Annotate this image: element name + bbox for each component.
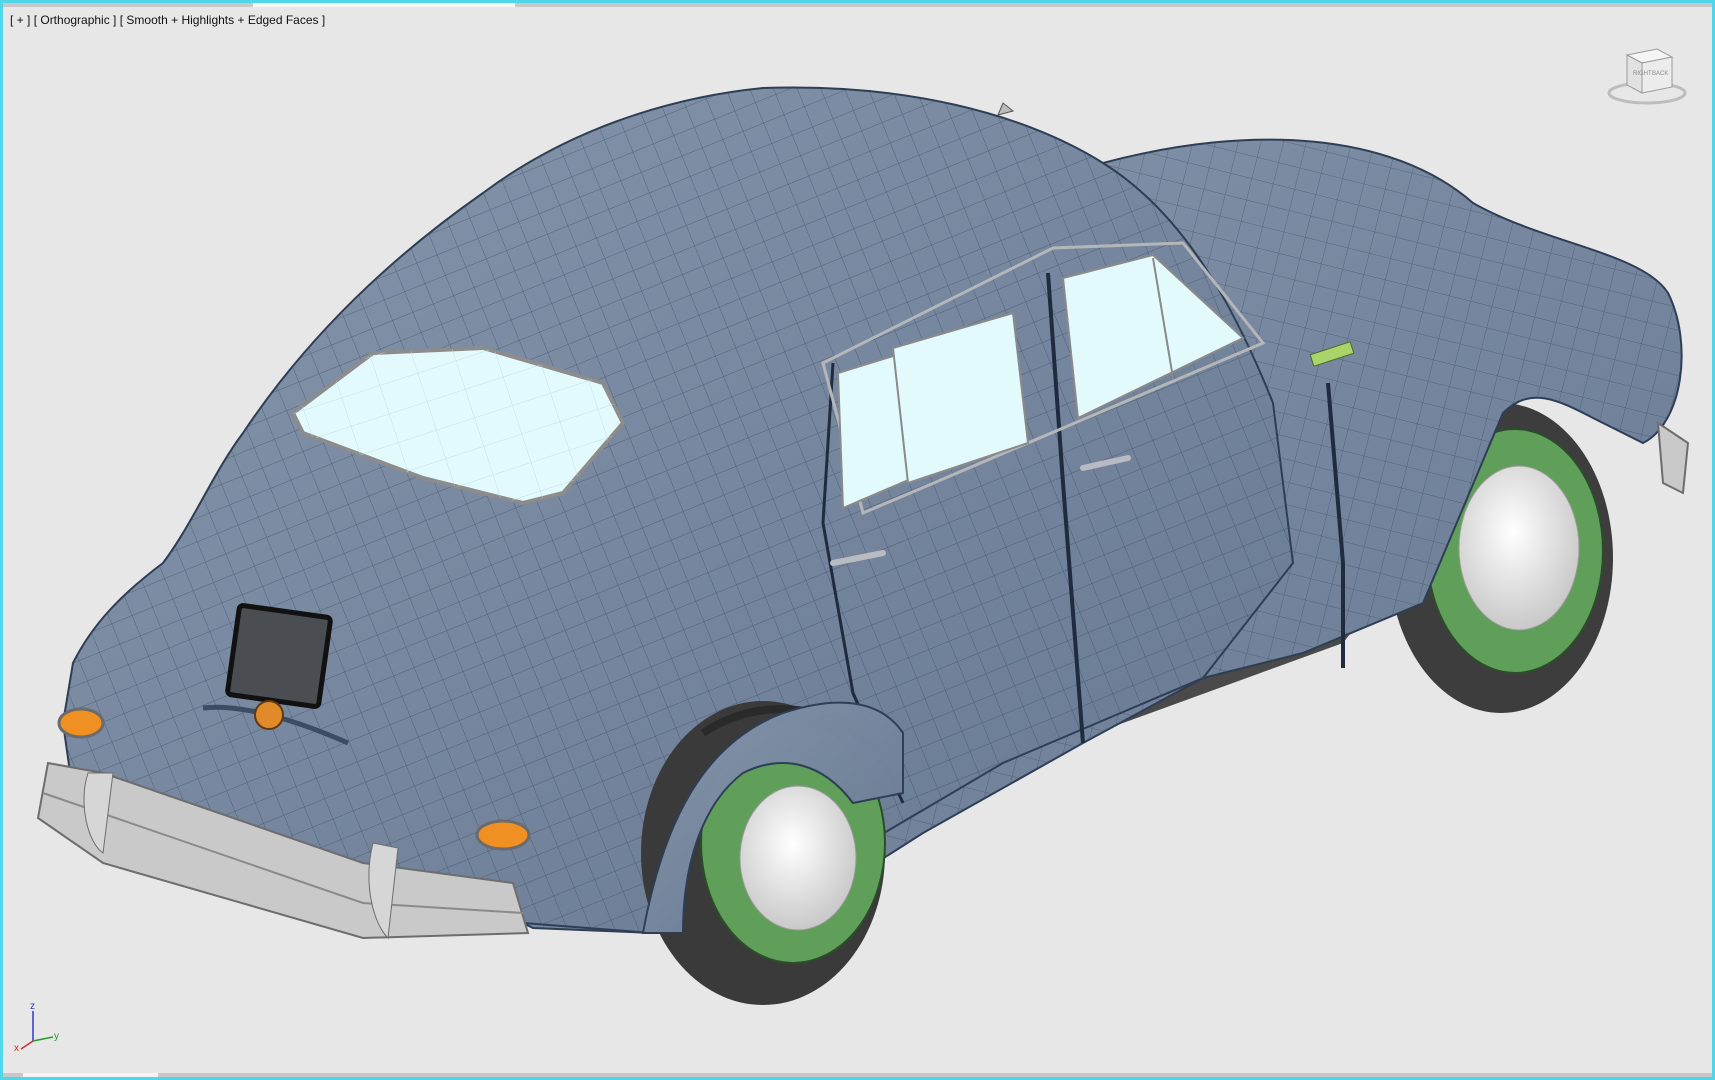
viewport[interactable]: [ + ] [ Orthographic ] [ Smooth + Highli… (0, 0, 1715, 1080)
axis-x-label: x (14, 1043, 19, 1054)
antenna (997, 102, 1015, 116)
bottom-tab[interactable] (23, 1073, 158, 1077)
trunk-lock (254, 700, 284, 730)
front-bumper (1656, 421, 1690, 495)
viewport-label: [ + ] [ Orthographic ] [ Smooth + Highli… (10, 13, 325, 27)
viewport-view-menu[interactable]: [ Orthographic ] (34, 13, 117, 27)
viewcube-icon[interactable]: RIGHT BACK (1602, 41, 1692, 111)
viewcube-face-back: BACK (1652, 71, 1668, 77)
car-model-viewport-scene[interactable] (3, 3, 1715, 1080)
tail-light-left (57, 707, 105, 739)
viewcube-face-right: RIGHT (1633, 71, 1652, 77)
bottom-strip (3, 1073, 1712, 1077)
viewport-plus-menu[interactable]: [ + ] (10, 13, 30, 27)
license-plate (225, 603, 333, 709)
tail-light-right (475, 819, 531, 851)
axis-y-label: y (54, 1031, 59, 1042)
viewport-shading-menu[interactable]: [ Smooth + Highlights + Edged Faces ] (120, 13, 325, 27)
axis-tripod-icon: z y x (11, 999, 71, 1059)
axis-z-label: z (30, 1001, 35, 1012)
